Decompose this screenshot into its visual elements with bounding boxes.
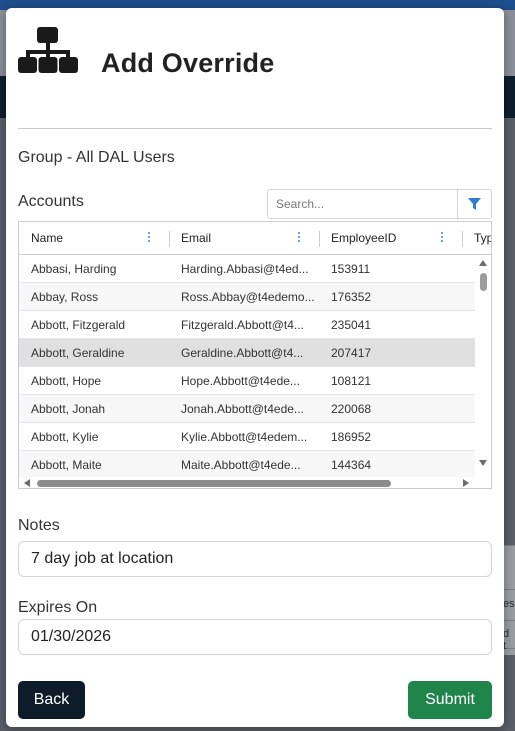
table-row[interactable]: Abbott, Hope Hope.Abbott@t4ede... 108121 (19, 367, 475, 395)
cell-email: Hope.Abbott@t4ede... (181, 374, 300, 388)
scroll-up-arrow-icon[interactable] (479, 260, 487, 266)
vertical-scroll-thumb[interactable] (480, 273, 487, 291)
notes-field[interactable] (18, 541, 492, 577)
accounts-search (267, 189, 492, 219)
column-header-name[interactable]: Name (31, 222, 63, 255)
grid-rows: Abbasi, Harding Harding.Abbasi@t4ed... 1… (19, 255, 475, 477)
cell-email: Maite.Abbott@t4ede... (181, 458, 301, 472)
submit-button[interactable]: Submit (408, 681, 492, 719)
cell-name: Abbott, Kylie (31, 430, 99, 444)
table-row[interactable]: Abbay, Ross Ross.Abbay@t4edemo... 176352 (19, 283, 475, 311)
back-button[interactable]: Back (18, 681, 85, 719)
column-separator[interactable] (169, 231, 170, 247)
cell-name: Abbasi, Harding (31, 262, 117, 276)
column-menu-icon[interactable] (297, 232, 301, 244)
cell-name: Abbay, Ross (31, 290, 99, 304)
grid-header: Name Email EmployeeID Typ (19, 222, 491, 255)
add-override-modal: Add Override Group - All DAL Users Accou… (6, 8, 504, 727)
table-row-selected[interactable]: Abbott, Geraldine Geraldine.Abbott@t4...… (19, 339, 475, 367)
cell-employeeid: 220068 (331, 402, 372, 416)
table-row[interactable]: Abbasi, Harding Harding.Abbasi@t4ed... 1… (19, 255, 475, 283)
table-row[interactable]: Abbott, Jonah Jonah.Abbott@t4ede... 2200… (19, 395, 475, 423)
cell-name: Abbott, Jonah (31, 402, 106, 416)
column-menu-icon[interactable] (440, 232, 444, 244)
expires-on-date-field[interactable] (18, 619, 492, 655)
table-row[interactable]: Abbott, Maite Maite.Abbott@t4ede... 1443… (19, 451, 475, 477)
cell-employeeid: 153911 (331, 262, 371, 276)
column-header-type[interactable]: Typ (474, 222, 491, 255)
cell-name: Abbott, Hope (31, 374, 102, 388)
notes-label: Notes (18, 517, 60, 534)
filter-icon (468, 197, 481, 210)
scroll-left-arrow-icon[interactable] (24, 479, 30, 487)
cell-email: Kylie.Abbott@t4edem... (181, 430, 308, 444)
column-separator[interactable] (462, 231, 463, 247)
accounts-label: Accounts (18, 193, 84, 210)
scroll-right-arrow-icon[interactable] (463, 479, 469, 487)
cell-employeeid: 108121 (331, 374, 372, 388)
cell-email: Geraldine.Abbott@t4... (181, 346, 304, 360)
cell-employeeid: 235041 (331, 318, 372, 332)
cell-email: Fitzgerald.Abbott@t4... (181, 318, 304, 332)
background-text-fragment: d t (503, 628, 510, 652)
filter-button[interactable] (457, 190, 491, 218)
modal-title: Add Override (101, 48, 275, 78)
cell-name: Abbott, Fitzgerald (31, 318, 126, 332)
cell-name: Abbott, Maite (31, 458, 102, 472)
cell-employeeid: 186952 (331, 430, 372, 444)
column-separator[interactable] (319, 231, 320, 247)
horizontal-scroll-thumb[interactable] (37, 480, 391, 487)
cell-email: Jonah.Abbott@t4ede... (181, 402, 304, 416)
cell-employeeid: 144364 (331, 458, 372, 472)
table-row[interactable]: Abbott, Fitzgerald Fitzgerald.Abbott@t4.… (19, 311, 475, 339)
org-chart-icon (18, 27, 78, 73)
background-text-fragment: es (503, 598, 515, 610)
cell-name: Abbott, Geraldine (31, 346, 125, 360)
column-menu-icon[interactable] (147, 232, 151, 244)
table-row[interactable]: Abbott, Kylie Kylie.Abbott@t4edem... 186… (19, 423, 475, 451)
cell-employeeid: 176352 (331, 290, 372, 304)
vertical-scrollbar[interactable] (475, 255, 491, 477)
search-input[interactable] (268, 190, 457, 218)
cell-email: Harding.Abbasi@t4ed... (181, 262, 309, 276)
column-header-email[interactable]: Email (181, 222, 211, 255)
cell-email: Ross.Abbay@t4edemo... (181, 290, 315, 304)
column-header-employeeid[interactable]: EmployeeID (331, 222, 396, 255)
accounts-grid: Name Email EmployeeID Typ Abbasi, Hardin… (18, 221, 492, 489)
group-label: Group - All DAL Users (18, 149, 175, 166)
cell-employeeid: 207417 (331, 346, 372, 360)
scroll-down-arrow-icon[interactable] (479, 460, 487, 466)
expires-on-label: Expires On (18, 599, 98, 616)
title-divider (18, 128, 492, 129)
horizontal-scrollbar[interactable] (19, 477, 491, 488)
